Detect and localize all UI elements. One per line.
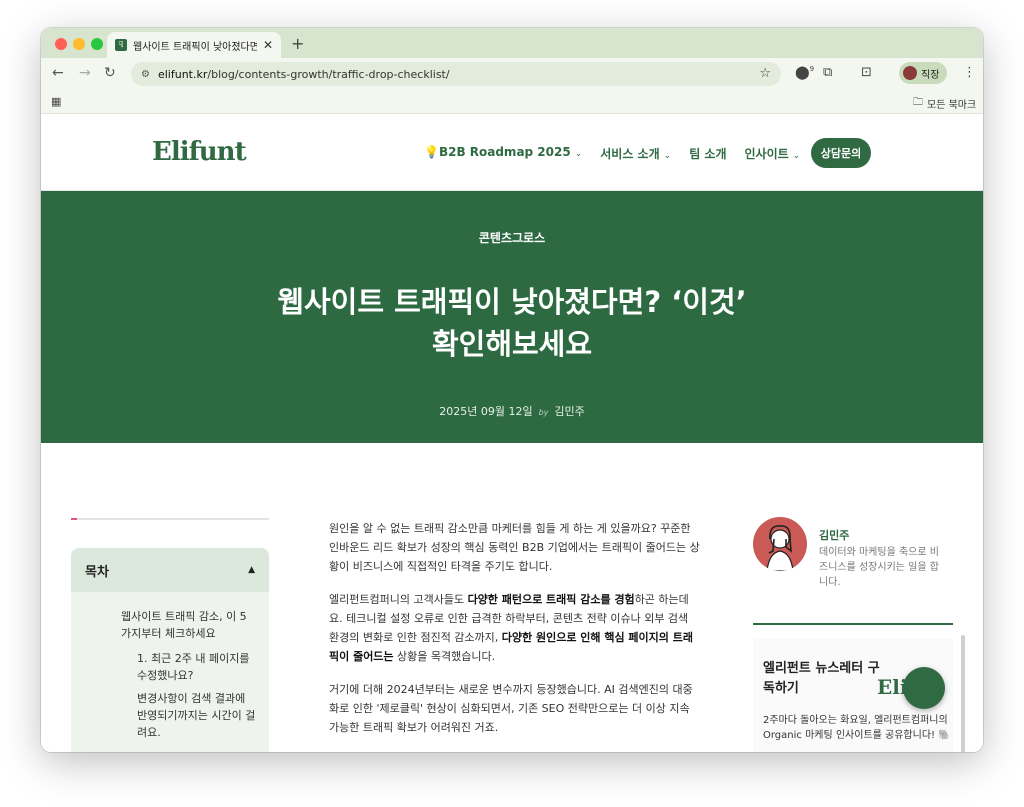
folder-icon: 🗀 — [913, 97, 923, 108]
article-paragraph-2: 엘리펀트컴퍼니의 고객사들도 다양한 패턴으로 트래픽 감소를 경험하곤 하는데… — [329, 590, 701, 666]
url-path: /blog/contents-growth/traffic-drop-check… — [207, 67, 450, 81]
site-info-icon[interactable]: ⚙ — [141, 69, 150, 80]
chat-badge-logo: Eli — [877, 675, 908, 699]
emphasis-text: 다양한 패턴으로 트래픽 감소를 경험 — [467, 593, 635, 606]
sidebar-scrollbar[interactable] — [961, 635, 965, 752]
toc-item[interactable]: 변경사항이 검색 결과에 반영되기까지는 시간이 걸려요. — [137, 690, 257, 741]
title-bar: ꟻ 웹사이트 트래픽이 낮아졌다면? '이 ✕ + — [41, 28, 983, 58]
nav-item-roadmap[interactable]: 💡B2B Roadmap 2025 ⌄ — [424, 145, 582, 162]
page-viewport: Elifunt 💡B2B Roadmap 2025 ⌄ 서비스 소개 ⌄ 팀 소개 … — [41, 115, 983, 752]
bookmark-star-icon[interactable]: ☆ — [759, 66, 771, 81]
url-text: elifunt.kr/blog/contents-growth/traffic-… — [158, 68, 450, 81]
tab-search-icon[interactable]: ⊡ — [861, 65, 872, 80]
post-hero: 콘텐츠그로스 웹사이트 트래픽이 낮아졌다면? ‘이것’ 확인해보세요 2025… — [41, 191, 983, 443]
forward-icon[interactable]: → — [79, 65, 91, 81]
post-date: 2025년 09월 12일 — [439, 405, 533, 418]
author-name[interactable]: 김민주 — [819, 527, 849, 543]
author-card: 김민주 데이터와 마케팅을 축으로 비즈니스를 성장시키는 일을 합니다. — [753, 517, 963, 597]
url-host: elifunt.kr — [157, 67, 208, 81]
author-illustration-icon — [766, 525, 794, 571]
chevron-down-icon: ⌄ — [663, 151, 672, 161]
article-body: 원인을 알 수 없는 트래픽 감소만큼 마케터를 힘들 게 하는 게 있을까요?… — [329, 519, 701, 751]
floating-chat-button[interactable]: Eli — [877, 667, 945, 713]
toc-header[interactable]: 목차 ▲ — [71, 548, 269, 592]
profile-avatar — [903, 66, 917, 80]
all-bookmarks-folder[interactable]: 🗀 모든 북마크 — [913, 95, 976, 112]
post-title-line2: 확인해보세요 — [431, 327, 593, 361]
nav-item-team[interactable]: 팀 소개 — [689, 145, 726, 162]
browser-window: ꟻ 웹사이트 트래픽이 낮아졌다면? '이 ✕ + ← → ↻ ⚙ elifun… — [41, 28, 983, 752]
site-header: Elifunt 💡B2B Roadmap 2025 ⌄ 서비스 소개 ⌄ 팀 소개 … — [41, 115, 983, 191]
browser-tab[interactable]: ꟻ 웹사이트 트래픽이 낮아졌다면? '이 ✕ — [107, 32, 281, 58]
site-logo[interactable]: Elifunt — [152, 137, 247, 167]
chat-badge-circle — [903, 667, 945, 709]
maximize-window-button[interactable] — [91, 38, 103, 50]
author-bio: 데이터와 마케팅을 축으로 비즈니스를 성장시키는 일을 합니다. — [819, 547, 939, 588]
author-avatar — [753, 517, 807, 571]
newsletter-description: 2주마다 돌아오는 화요일, 엘리펀트컴퍼니의 Organic 마케팅 인사이트… — [763, 715, 951, 741]
close-window-button[interactable] — [55, 38, 67, 50]
text-run: 상황을 목격했습니다. — [393, 650, 496, 663]
apps-grid-icon[interactable]: ▦ — [51, 95, 61, 108]
tab-title: 웹사이트 트래픽이 낮아졌다면? '이 — [133, 41, 257, 53]
chevron-down-icon: ⌄ — [574, 149, 583, 159]
close-tab-icon[interactable]: ✕ — [263, 38, 273, 52]
nav-item-insights[interactable]: 인사이트 ⌄ — [745, 145, 801, 162]
toc-item[interactable]: 웹사이트 트래픽 감소, 이 5가지부터 체크하세요 — [121, 608, 251, 642]
post-author[interactable]: 김민주 — [554, 405, 584, 418]
text-run: 엘리펀트컴퍼니의 고객사들도 — [329, 593, 468, 606]
toc-title: 목차 — [85, 564, 109, 580]
new-tab-icon[interactable]: + — [291, 34, 304, 53]
nav-label-insights: 인사이트 — [744, 147, 789, 161]
profile-button[interactable]: 직장 — [899, 62, 947, 84]
favicon-icon: ꟻ — [115, 39, 127, 51]
all-bookmarks-label: 모든 북마크 — [927, 100, 977, 111]
puzzle-extensions-icon[interactable]: ⧉ — [823, 65, 832, 80]
bookmarks-bar: ▦ 🗀 모든 북마크 — [41, 90, 983, 114]
nav-item-services[interactable]: 서비스 소개 ⌄ — [600, 145, 671, 162]
nav-label-team: 팀 소개 — [689, 147, 727, 161]
main-nav: 💡B2B Roadmap 2025 ⌄ 서비스 소개 ⌄ 팀 소개 인사이트 ⌄ — [424, 145, 800, 162]
article-paragraph-3: 거기에 더해 2024년부터는 새로운 변수까지 등장했습니다. AI 검색엔진… — [329, 683, 693, 734]
post-title: 웹사이트 트래픽이 낮아졌다면? ‘이것’ 확인해보세요 — [41, 281, 983, 365]
consultation-button[interactable]: 상담문의 — [811, 138, 871, 168]
profile-label: 직장 — [921, 69, 940, 81]
chevron-down-icon: ⌄ — [792, 151, 801, 161]
article-paragraph-1: 원인을 알 수 없는 트래픽 감소만큼 마케터를 힘들 게 하는 게 있을까요?… — [329, 522, 700, 573]
minimize-window-button[interactable] — [73, 38, 85, 50]
collapse-caret-icon[interactable]: ▲ — [248, 565, 255, 575]
table-of-contents: 목차 ▲ 웹사이트 트래픽 감소, 이 5가지부터 체크하세요 1. 최근 2주… — [71, 548, 269, 752]
address-bar[interactable]: ⚙ elifunt.kr/blog/contents-growth/traffi… — [131, 62, 781, 86]
post-meta: 2025년 09월 12일 by 김민주 — [41, 403, 983, 419]
by-label: by — [538, 408, 549, 417]
menu-dots-icon[interactable]: ⋮ — [963, 65, 976, 80]
nav-label-roadmap: 💡B2B Roadmap 2025 — [424, 145, 571, 159]
browser-toolbar: ← → ↻ ⚙ elifunt.kr/blog/contents-growth/… — [41, 58, 983, 90]
nav-label-services: 서비스 소개 — [600, 147, 660, 161]
reload-icon[interactable]: ↻ — [104, 65, 116, 81]
reading-progress-bar — [71, 518, 269, 520]
post-category[interactable]: 콘텐츠그로스 — [41, 229, 983, 246]
post-title-line1: 웹사이트 트래픽이 낮아졌다면? ‘이것’ — [277, 285, 747, 319]
extension-badge: 9 — [809, 65, 815, 73]
newsletter-title: 엘리펀트 뉴스레터 구독하기 — [763, 661, 880, 696]
extension-icon[interactable]: ⬤9 — [795, 65, 814, 80]
back-icon[interactable]: ← — [52, 65, 64, 81]
toc-item[interactable]: 1. 최근 2주 내 페이지를 수정했나요? — [137, 650, 257, 684]
